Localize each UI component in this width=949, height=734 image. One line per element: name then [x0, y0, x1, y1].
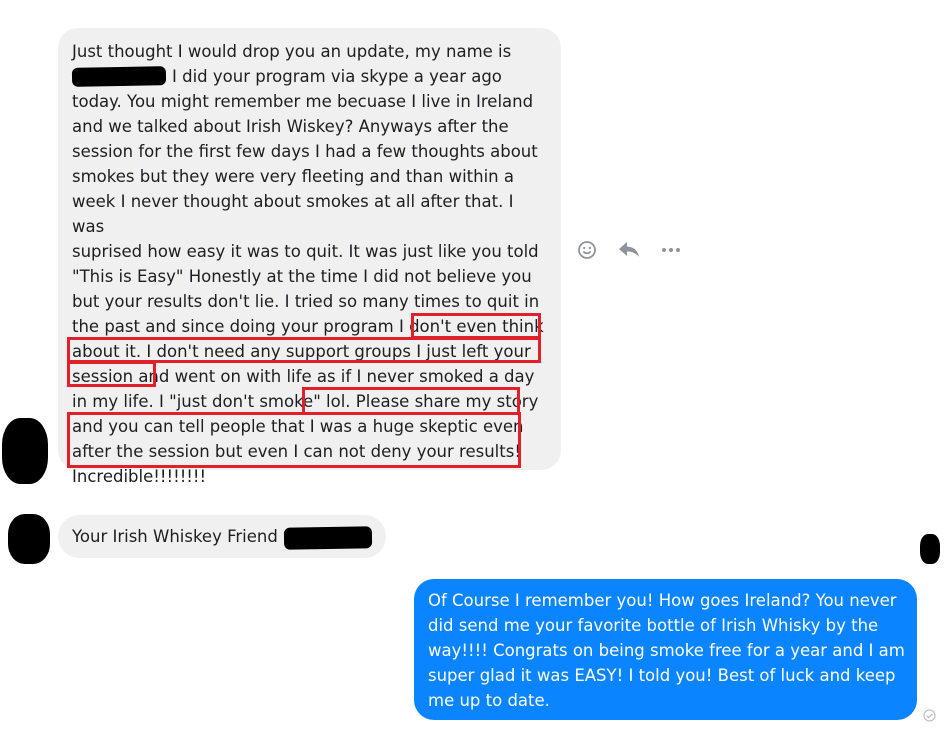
- message-text: Just thought I would drop you an update,…: [72, 42, 544, 486]
- redacted-name: [283, 525, 373, 550]
- contact-avatar[interactable]: [2, 418, 48, 484]
- me-avatar[interactable]: [920, 534, 940, 564]
- message-bubble-incoming[interactable]: Your Irish Whiskey Friend: [58, 515, 386, 558]
- message-actions: [574, 238, 684, 262]
- reply-icon[interactable]: [616, 238, 642, 262]
- delivered-check-icon: [923, 707, 936, 726]
- contact-avatar[interactable]: [8, 514, 50, 564]
- message-bubble-outgoing[interactable]: Of Course I remember you! How goes Irela…: [414, 579, 917, 720]
- message-text: Your Irish Whiskey Friend: [72, 527, 278, 546]
- redacted-name: [71, 66, 167, 87]
- more-icon[interactable]: [658, 238, 684, 262]
- message-text: Of Course I remember you! How goes Irela…: [428, 591, 905, 710]
- message-bubble-incoming[interactable]: Just thought I would drop you an update,…: [58, 28, 561, 486]
- smiley-icon[interactable]: [574, 238, 600, 262]
